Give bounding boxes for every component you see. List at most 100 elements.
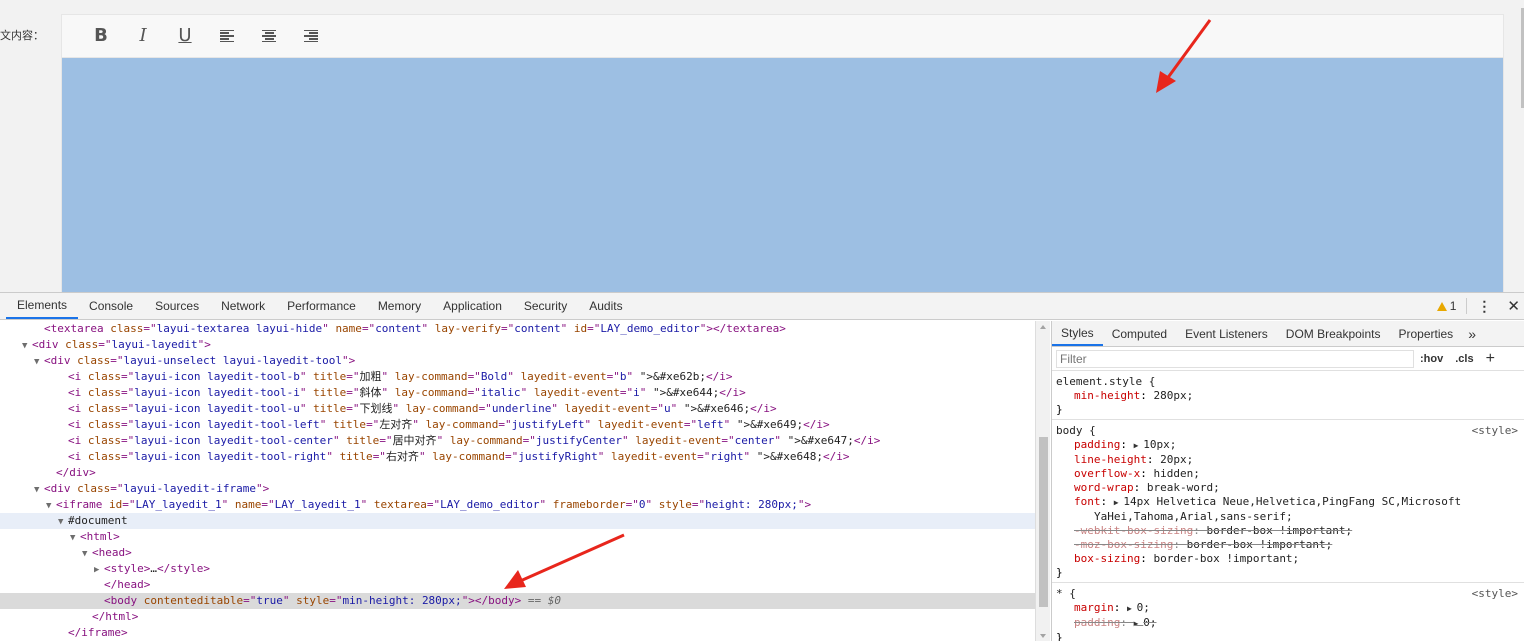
dom-node-row[interactable]: <i class="layui-icon layedit-tool-right"… [0, 449, 1035, 465]
style-declaration[interactable]: -webkit-box-sizing: border-box !importan… [1056, 524, 1520, 538]
dom-token: " [322, 322, 336, 335]
style-declaration[interactable]: padding: ▶ 10px; [1056, 438, 1520, 453]
style-declaration[interactable]: word-wrap: break-word; [1056, 481, 1520, 495]
rule-selector[interactable]: * { [1056, 587, 1520, 601]
dom-node-row[interactable]: ▼ <html> [0, 529, 1035, 545]
rule-selector[interactable]: element.style { [1056, 375, 1520, 389]
expand-shorthand-icon[interactable]: ▶ [1134, 441, 1144, 450]
collapse-arrow-icon[interactable]: ▼ [82, 546, 92, 562]
style-declaration[interactable]: padding: ▶ 0; [1056, 616, 1520, 631]
elements-scrollbar[interactable] [1035, 321, 1050, 641]
rule-source-link[interactable]: <style> [1472, 424, 1518, 438]
style-rule[interactable]: * {<style> margin: ▶ 0; padding: ▶ 0;} [1052, 583, 1524, 641]
style-rule[interactable]: body {<style> padding: ▶ 10px; line-height… [1052, 420, 1524, 583]
bold-button[interactable]: B [80, 21, 122, 51]
warnings-counter[interactable]: 1 [1427, 299, 1467, 313]
dom-node-row[interactable]: <body contenteditable="true" style="min-… [0, 593, 1035, 609]
close-icon[interactable]: ✕ [1501, 297, 1524, 315]
dom-node-row[interactable]: <textarea class="layui-textarea layui-hi… [0, 321, 1035, 337]
dom-node-row[interactable]: ▼ <head> [0, 545, 1035, 561]
tab-console[interactable]: Console [78, 293, 144, 319]
expand-shorthand-icon[interactable]: ▶ [1114, 498, 1124, 507]
hov-toggle[interactable]: :hov [1414, 353, 1449, 365]
style-declaration[interactable]: YaHei,Tahoma,Arial,sans-serif; [1056, 510, 1520, 524]
styles-sidebar: Styles Computed Event Listeners DOM Brea… [1051, 321, 1524, 641]
style-declaration[interactable]: margin: ▶ 0; [1056, 601, 1520, 616]
tab-network[interactable]: Network [210, 293, 276, 319]
dom-node-row[interactable]: </div> [0, 465, 1035, 481]
collapse-arrow-icon[interactable]: ▼ [34, 354, 44, 370]
align-left-button[interactable] [206, 21, 248, 51]
align-center-button[interactable] [248, 21, 290, 51]
tab-elements[interactable]: Elements [6, 293, 79, 319]
style-declaration[interactable]: box-sizing: border-box !important; [1056, 552, 1520, 566]
tab-security[interactable]: Security [513, 293, 578, 319]
italic-button[interactable]: I [122, 21, 164, 51]
dom-node-row[interactable]: ▼ <div class="layui-unselect layui-layedi… [0, 353, 1035, 369]
collapse-arrow-icon[interactable]: ▼ [70, 530, 80, 546]
page-scrollbar[interactable] [1520, 0, 1524, 292]
tab-dom-breakpoints[interactable]: DOM Breakpoints [1277, 321, 1390, 346]
warning-count: 1 [1449, 299, 1457, 313]
dom-node-row[interactable]: ▼ <div class="layui-layedit"> [0, 337, 1035, 353]
tab-audits[interactable]: Audits [578, 293, 633, 319]
dom-node-row[interactable]: </html> [0, 609, 1035, 625]
tab-application[interactable]: Application [432, 293, 513, 319]
dom-node-row[interactable]: <i class="layui-icon layedit-tool-i" tit… [0, 385, 1035, 401]
align-right-button[interactable] [290, 21, 332, 51]
dom-token: </style> [156, 562, 210, 575]
tab-styles[interactable]: Styles [1052, 321, 1103, 346]
styles-filter-input[interactable] [1056, 349, 1414, 368]
tab-sources[interactable]: Sources [144, 293, 210, 319]
more-tabs-icon[interactable]: » [1462, 321, 1482, 346]
dom-node-row[interactable]: ▼ <div class="layui-layedit-iframe"> [0, 481, 1035, 497]
dom-token: "></body> [461, 594, 522, 607]
dom-node-row[interactable]: <i class="layui-icon layedit-tool-center… [0, 433, 1035, 449]
dom-node-row[interactable]: ▶ <style>…</style> [0, 561, 1035, 577]
dom-token: title [346, 434, 380, 447]
rule-selector[interactable]: body { [1056, 424, 1520, 438]
dom-node-row[interactable]: <i class="layui-icon layedit-tool-left" … [0, 417, 1035, 433]
style-declaration[interactable]: font: ▶ 14px Helvetica Neue,Helvetica,Pi… [1056, 495, 1520, 510]
collapse-arrow-icon[interactable]: ▼ [22, 338, 32, 354]
editor-body-highlighted[interactable] [62, 58, 1503, 292]
dom-node-row[interactable]: <i class="layui-icon layedit-tool-u" tit… [0, 401, 1035, 417]
collapse-arrow-icon[interactable]: ▼ [34, 482, 44, 498]
dom-node-row[interactable]: <i class="layui-icon layedit-tool-b" tit… [0, 369, 1035, 385]
scroll-down-icon[interactable] [1040, 634, 1046, 638]
collapse-arrow-icon[interactable]: ▼ [58, 514, 68, 530]
dom-token: " [412, 418, 426, 431]
dom-node-row[interactable]: ▼ #document [0, 513, 1035, 529]
dom-token: class [77, 482, 111, 495]
new-rule-icon[interactable]: + [1480, 350, 1501, 368]
dom-node-row[interactable]: </iframe> [0, 625, 1035, 641]
scrollbar-thumb[interactable] [1039, 437, 1048, 607]
style-rule[interactable]: element.style {min-height: 280px;} [1052, 371, 1524, 420]
tab-event-listeners[interactable]: Event Listeners [1176, 321, 1277, 346]
dom-node-row[interactable]: </head> [0, 577, 1035, 593]
dom-token: <div [32, 338, 66, 351]
tab-memory[interactable]: Memory [367, 293, 432, 319]
tab-properties[interactable]: Properties [1389, 321, 1462, 346]
dom-token: " [381, 386, 395, 399]
underline-button[interactable]: U [164, 21, 206, 51]
elements-tree[interactable]: <textarea class="layui-textarea layui-hi… [0, 321, 1035, 641]
dom-token: " [774, 434, 788, 447]
expand-shorthand-icon[interactable]: ▶ [1127, 604, 1137, 613]
collapse-arrow-icon[interactable]: ▼ [46, 498, 56, 514]
dom-node-row[interactable]: ▼ <iframe id="LAY_layedit_1" name="LAY_la… [0, 497, 1035, 513]
style-declaration[interactable]: line-height: 20px; [1056, 453, 1520, 467]
style-declaration[interactable]: -moz-box-sizing: border-box !important; [1056, 538, 1520, 552]
expand-shorthand-icon[interactable]: ▶ [1134, 619, 1144, 628]
dom-token: "> [342, 354, 356, 367]
cls-toggle[interactable]: .cls [1449, 353, 1479, 365]
style-declaration[interactable]: min-height: 280px; [1056, 389, 1520, 403]
dom-token: =" [505, 450, 519, 463]
more-options-icon[interactable]: ⋮ [1467, 299, 1501, 313]
style-declaration[interactable]: overflow-x: hidden; [1056, 467, 1520, 481]
scroll-up-icon[interactable] [1040, 325, 1046, 329]
tab-computed[interactable]: Computed [1103, 321, 1176, 346]
expand-arrow-icon[interactable]: ▶ [94, 562, 104, 578]
rule-source-link[interactable]: <style> [1472, 587, 1518, 601]
tab-performance[interactable]: Performance [276, 293, 367, 319]
